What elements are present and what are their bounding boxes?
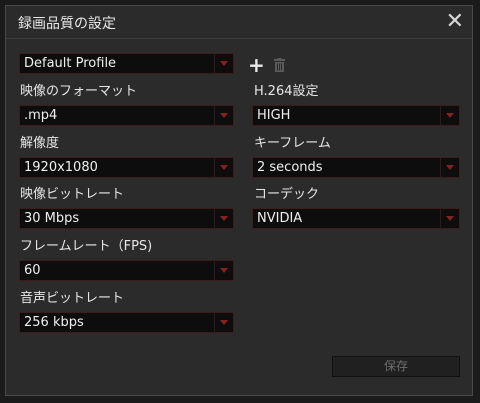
resolution-select[interactable]: 1920x1080 xyxy=(19,157,234,178)
profile-select-value: Default Profile xyxy=(24,56,117,71)
h264-label: H.264設定 xyxy=(254,84,319,99)
chevron-down-icon xyxy=(214,106,233,125)
audio-bitrate-select[interactable]: 256 kbps xyxy=(19,312,234,333)
audio-bitrate-label: 音声ビットレート xyxy=(20,291,125,306)
framerate-label: フレームレート（FPS) xyxy=(20,239,153,254)
recording-quality-dialog: 録画品質の設定 ✕ Default Profile + 映像のフォーマット .m… xyxy=(5,5,473,396)
h264-select[interactable]: HIGH xyxy=(252,105,460,126)
close-icon[interactable]: ✕ xyxy=(446,9,464,35)
chevron-down-icon xyxy=(214,158,233,177)
video-bitrate-select-value: 30 Mbps xyxy=(24,211,80,226)
keyframe-select[interactable]: 2 seconds xyxy=(252,157,460,178)
dialog-title: 録画品質の設定 xyxy=(18,16,116,32)
framerate-select-value: 60 xyxy=(24,263,41,278)
chevron-down-icon xyxy=(214,313,233,332)
keyframe-select-value: 2 seconds xyxy=(257,160,323,175)
codec-select[interactable]: NVIDIA xyxy=(252,208,460,229)
trash-icon[interactable] xyxy=(274,58,285,72)
chevron-down-icon xyxy=(214,261,233,280)
dialog-titlebar: 録画品質の設定 ✕ xyxy=(6,6,472,39)
resolution-select-value: 1920x1080 xyxy=(24,160,98,175)
video-bitrate-select[interactable]: 30 Mbps xyxy=(19,208,234,229)
h264-select-value: HIGH xyxy=(257,108,291,123)
chevron-down-icon xyxy=(214,209,233,228)
audio-bitrate-select-value: 256 kbps xyxy=(24,315,84,330)
format-select[interactable]: .mp4 xyxy=(19,105,234,126)
codec-label: コーデック xyxy=(254,187,320,202)
chevron-down-icon xyxy=(214,54,233,73)
keyframe-label: キーフレーム xyxy=(254,136,331,151)
chevron-down-icon xyxy=(440,106,459,125)
framerate-select[interactable]: 60 xyxy=(19,260,234,281)
profile-select[interactable]: Default Profile xyxy=(19,53,234,74)
codec-select-value: NVIDIA xyxy=(257,211,303,226)
add-profile-icon[interactable]: + xyxy=(248,55,265,75)
chevron-down-icon xyxy=(440,158,459,177)
resolution-label: 解像度 xyxy=(20,136,60,151)
chevron-down-icon xyxy=(440,209,459,228)
video-bitrate-label: 映像ビットレート xyxy=(20,187,125,202)
save-button[interactable]: 保存 xyxy=(332,356,460,377)
format-label: 映像のフォーマット xyxy=(20,84,138,99)
format-select-value: .mp4 xyxy=(24,108,58,123)
